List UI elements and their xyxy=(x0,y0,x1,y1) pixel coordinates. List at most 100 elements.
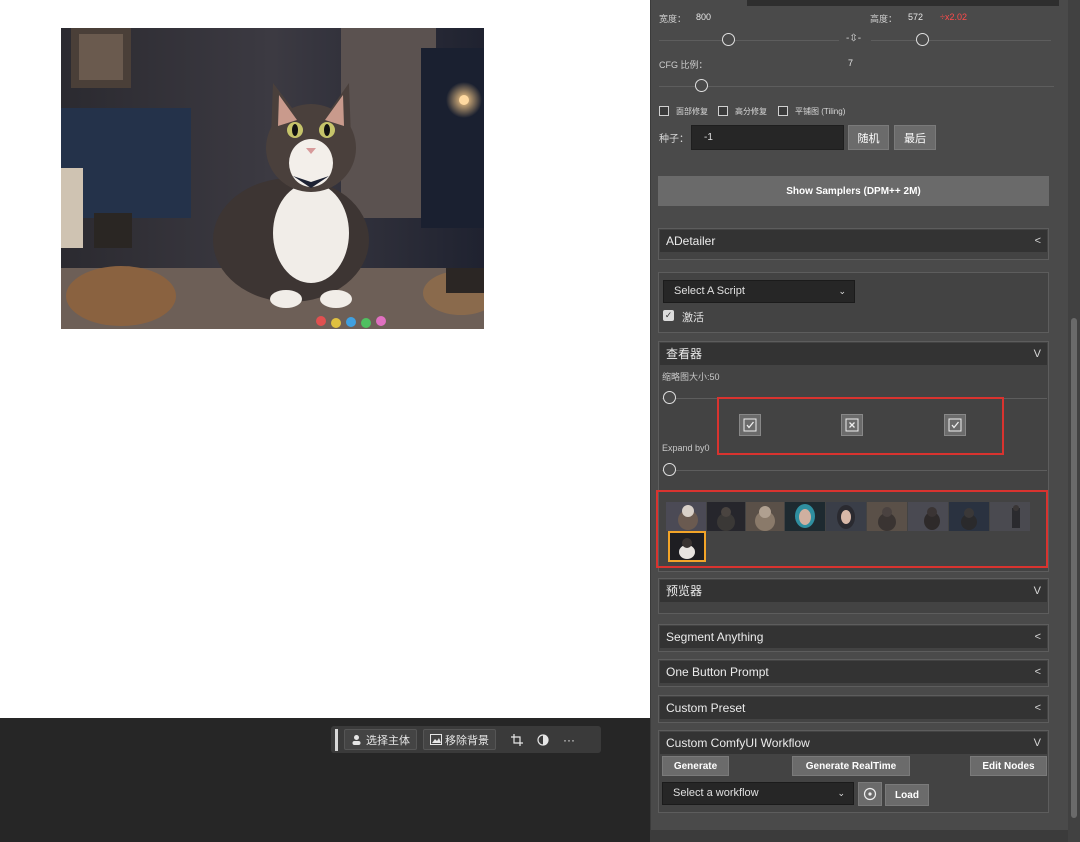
height-value: 572 xyxy=(908,12,924,22)
load-button[interactable]: Load xyxy=(885,784,929,806)
script-select-value: Select A Script xyxy=(674,285,745,297)
cfg-label: CFG 比例： xyxy=(659,60,708,70)
panel-scrollbar[interactable] xyxy=(1068,0,1080,842)
show-samplers-button[interactable]: Show Samplers (DPM++ 2M) xyxy=(658,176,1049,206)
hires-fix-label: 高分修复 xyxy=(735,107,767,116)
more-icon[interactable]: ··· xyxy=(558,729,580,750)
top-strip xyxy=(747,0,1059,6)
one-button-prompt-section: One Button Prompt < xyxy=(658,659,1049,687)
activate-checkbox[interactable]: ✓ xyxy=(663,310,674,321)
aspect-ratio-text: ÷x2.02 xyxy=(940,12,967,22)
previewer-section: 预览器 V xyxy=(658,578,1049,614)
panel-content: 宽度： 800 高度： 572 ÷x2.02 -⇳- CFG 比例： 7 面部修… xyxy=(651,0,1069,830)
swap-dimensions-icon[interactable]: -⇳- xyxy=(846,33,861,44)
confirm-checkbox-icon[interactable] xyxy=(944,414,966,436)
cfg-slider-track[interactable] xyxy=(659,86,1054,87)
face-restore-label: 面部修复 xyxy=(676,107,708,116)
generated-cat-image xyxy=(61,28,484,329)
gallery-thumb[interactable] xyxy=(666,502,706,531)
collapse-caret-icon: < xyxy=(1034,702,1041,714)
gallery-thumb[interactable] xyxy=(990,502,1030,531)
random-seed-button[interactable]: 随机 xyxy=(848,125,889,150)
contrast-icon[interactable] xyxy=(532,729,554,750)
thumb-size-label: 缩略图大小:50 xyxy=(662,372,720,382)
select-all-checkbox-icon[interactable] xyxy=(739,414,761,436)
viewer-title: 查看器 xyxy=(666,347,703,361)
width-slider-track[interactable] xyxy=(659,40,839,41)
width-slider-knob[interactable] xyxy=(722,33,735,46)
expand-slider-knob[interactable] xyxy=(663,463,676,476)
tiling-checkbox[interactable] xyxy=(778,106,788,116)
custom-comfyui-workflow-section: Custom ComfyUI Workflow V Generate Gener… xyxy=(658,730,1049,813)
face-restore-checkbox[interactable] xyxy=(659,106,669,116)
previewer-header[interactable]: 预览器 V xyxy=(660,580,1047,602)
gallery-thumb[interactable] xyxy=(867,502,907,531)
gallery-thumb[interactable] xyxy=(785,502,825,531)
edit-nodes-button[interactable]: Edit Nodes xyxy=(970,756,1047,776)
expand-caret-icon: V xyxy=(1033,737,1041,749)
previewer-title: 预览器 xyxy=(666,584,703,598)
custom-preset-header[interactable]: Custom Preset < xyxy=(660,697,1047,719)
last-seed-button[interactable]: 最后 xyxy=(894,125,936,150)
tiling-label: 平铺图 (Tiling) xyxy=(795,107,846,116)
chevron-down-icon: ⌄ xyxy=(838,286,846,296)
remove-background-label: 移除背景 xyxy=(445,734,489,747)
height-label: 高度： xyxy=(870,14,898,24)
workflow-select[interactable]: Select a workflow ⌄ xyxy=(662,782,854,805)
generate-realtime-button[interactable]: Generate RealTime xyxy=(792,756,910,776)
canvas xyxy=(0,0,650,718)
crop-icon[interactable] xyxy=(506,729,528,750)
one-button-prompt-header[interactable]: One Button Prompt < xyxy=(660,661,1047,683)
expand-slider-track[interactable] xyxy=(662,470,1047,471)
height-slider-track[interactable] xyxy=(871,40,1051,41)
selected-gallery-thumb[interactable] xyxy=(668,531,706,562)
hires-fix-checkbox[interactable] xyxy=(718,106,728,116)
toolbar-grip-handle[interactable] xyxy=(335,728,338,751)
collapse-caret-icon: < xyxy=(1034,235,1041,247)
gallery-thumb[interactable] xyxy=(707,502,745,531)
script-select[interactable]: Select A Script ⌄ xyxy=(663,280,855,303)
expand-label: Expand by0 xyxy=(662,443,710,453)
custom-preset-section: Custom Preset < xyxy=(658,695,1049,723)
collapse-caret-icon: < xyxy=(1034,631,1041,643)
width-label: 宽度： xyxy=(659,14,687,24)
gallery-thumb[interactable] xyxy=(949,502,989,531)
workflow-select-value: Select a workflow xyxy=(673,787,759,799)
segment-anything-title: Segment Anything xyxy=(666,630,764,644)
seed-input[interactable]: -1 xyxy=(691,125,844,150)
height-slider-knob[interactable] xyxy=(916,33,929,46)
segment-anything-section: Segment Anything < xyxy=(658,624,1049,652)
gallery-thumb[interactable] xyxy=(746,502,784,531)
select-subject-button[interactable]: 选择主体 xyxy=(344,729,417,750)
seed-label: 种子： xyxy=(659,134,689,145)
adetailer-title: ADetailer xyxy=(666,234,716,248)
one-button-prompt-title: One Button Prompt xyxy=(666,665,769,679)
chevron-down-icon: ⌄ xyxy=(837,788,845,798)
viewer-header[interactable]: 查看器 V xyxy=(660,343,1047,365)
cfg-value: 7 xyxy=(848,58,854,68)
collapse-caret-icon: < xyxy=(1034,666,1041,678)
custom-comfyui-header[interactable]: Custom ComfyUI Workflow V xyxy=(660,732,1047,754)
expand-caret-icon: V xyxy=(1033,348,1041,360)
custom-comfyui-title: Custom ComfyUI Workflow xyxy=(666,736,810,750)
adetailer-section: ADetailer < xyxy=(658,228,1049,260)
refresh-workflow-icon[interactable] xyxy=(858,782,882,806)
settings-panel: 宽度： 800 高度： 572 ÷x2.02 -⇳- CFG 比例： 7 面部修… xyxy=(650,0,1080,842)
custom-preset-title: Custom Preset xyxy=(666,701,746,715)
thumb-size-slider-knob[interactable] xyxy=(663,391,676,404)
cfg-slider-knob[interactable] xyxy=(695,79,708,92)
select-subject-label: 选择主体 xyxy=(366,734,410,747)
floating-toolbar: 选择主体 移除背景 ··· xyxy=(331,726,601,753)
scrollbar-thumb[interactable] xyxy=(1071,318,1077,818)
deselect-checkbox-icon[interactable] xyxy=(841,414,863,436)
segment-anything-header[interactable]: Segment Anything < xyxy=(660,626,1047,648)
remove-background-button[interactable]: 移除背景 xyxy=(423,729,496,750)
gallery-thumb[interactable] xyxy=(826,502,866,531)
gallery-thumb[interactable] xyxy=(908,502,948,531)
person-icon xyxy=(351,734,362,745)
image-icon xyxy=(430,734,442,745)
adetailer-header[interactable]: ADetailer < xyxy=(660,230,1047,252)
activate-label: 激活 xyxy=(682,312,704,324)
generate-button[interactable]: Generate xyxy=(662,756,729,776)
width-value: 800 xyxy=(696,12,712,22)
